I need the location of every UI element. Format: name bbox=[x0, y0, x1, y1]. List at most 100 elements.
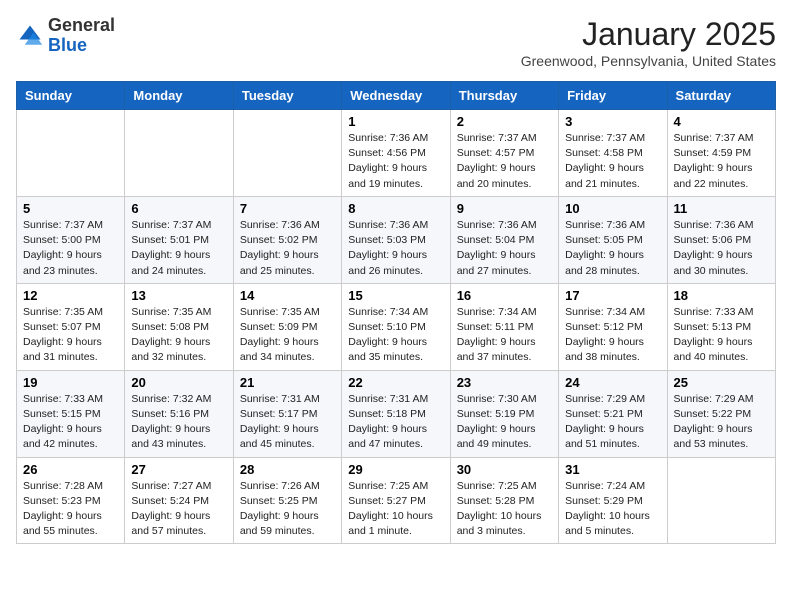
day-number: 3 bbox=[565, 114, 660, 129]
day-number: 23 bbox=[457, 375, 552, 390]
day-info: Sunrise: 7:33 AM Sunset: 5:15 PM Dayligh… bbox=[23, 392, 118, 453]
calendar-week-row: 5 Sunrise: 7:37 AM Sunset: 5:00 PM Daylig… bbox=[17, 196, 776, 283]
calendar-cell: 23 Sunrise: 7:30 AM Sunset: 5:19 PM Dayli… bbox=[450, 370, 558, 457]
day-info: Sunrise: 7:28 AM Sunset: 5:23 PM Dayligh… bbox=[23, 479, 118, 540]
day-info: Sunrise: 7:24 AM Sunset: 5:29 PM Dayligh… bbox=[565, 479, 660, 540]
calendar-cell: 3 Sunrise: 7:37 AM Sunset: 4:58 PM Daylig… bbox=[559, 110, 667, 197]
day-number: 30 bbox=[457, 462, 552, 477]
calendar-cell: 16 Sunrise: 7:34 AM Sunset: 5:11 PM Dayli… bbox=[450, 283, 558, 370]
calendar-cell bbox=[125, 110, 233, 197]
calendar-cell: 20Sunrise: 7:32 AM Sunset: 5:16 PM Dayli… bbox=[125, 370, 233, 457]
calendar-cell: 15 Sunrise: 7:34 AM Sunset: 5:10 PM Dayli… bbox=[342, 283, 450, 370]
calendar-cell: 26 Sunrise: 7:28 AM Sunset: 5:23 PM Dayli… bbox=[17, 457, 125, 544]
calendar-cell bbox=[17, 110, 125, 197]
day-info: Sunrise: 7:37 AM Sunset: 5:00 PM Dayligh… bbox=[23, 218, 118, 279]
calendar-week-row: 19 Sunrise: 7:33 AM Sunset: 5:15 PM Dayli… bbox=[17, 370, 776, 457]
day-number: 19 bbox=[23, 375, 118, 390]
day-number: 5 bbox=[23, 201, 118, 216]
day-number: 27 bbox=[131, 462, 226, 477]
calendar-cell: 12Sunrise: 7:35 AM Sunset: 5:07 PM Dayli… bbox=[17, 283, 125, 370]
day-number: 22 bbox=[348, 375, 443, 390]
day-number: 28 bbox=[240, 462, 335, 477]
calendar-week-row: 1Sunrise: 7:36 AM Sunset: 4:56 PM Daylig… bbox=[17, 110, 776, 197]
day-info: Sunrise: 7:35 AM Sunset: 5:08 PM Dayligh… bbox=[131, 305, 226, 366]
day-number: 10 bbox=[565, 201, 660, 216]
calendar-cell: 7Sunrise: 7:36 AM Sunset: 5:02 PM Daylig… bbox=[233, 196, 341, 283]
day-number: 17 bbox=[565, 288, 660, 303]
calendar-cell: 9Sunrise: 7:36 AM Sunset: 5:04 PM Daylig… bbox=[450, 196, 558, 283]
calendar-cell: 11Sunrise: 7:36 AM Sunset: 5:06 PM Dayli… bbox=[667, 196, 775, 283]
calendar-cell: 17 Sunrise: 7:34 AM Sunset: 5:12 PM Dayli… bbox=[559, 283, 667, 370]
day-info: Sunrise: 7:36 AM Sunset: 5:03 PM Dayligh… bbox=[348, 218, 443, 279]
day-info: Sunrise: 7:37 AM Sunset: 5:01 PM Dayligh… bbox=[131, 218, 226, 279]
day-info: Sunrise: 7:34 AM Sunset: 5:11 PM Dayligh… bbox=[457, 305, 552, 366]
day-number: 21 bbox=[240, 375, 335, 390]
weekday-header: Sunday bbox=[17, 82, 125, 110]
day-info: Sunrise: 7:33 AM Sunset: 5:13 PM Dayligh… bbox=[674, 305, 769, 366]
day-number: 26 bbox=[23, 462, 118, 477]
day-info: Sunrise: 7:34 AM Sunset: 5:10 PM Dayligh… bbox=[348, 305, 443, 366]
day-number: 11 bbox=[674, 201, 769, 216]
logo-blue-text: Blue bbox=[48, 35, 87, 55]
day-number: 16 bbox=[457, 288, 552, 303]
day-number: 1 bbox=[348, 114, 443, 129]
calendar-title: January 2025 bbox=[521, 16, 776, 53]
day-info: Sunrise: 7:29 AM Sunset: 5:22 PM Dayligh… bbox=[674, 392, 769, 453]
day-info: Sunrise: 7:36 AM Sunset: 5:04 PM Dayligh… bbox=[457, 218, 552, 279]
day-number: 13 bbox=[131, 288, 226, 303]
calendar-cell: 14 Sunrise: 7:35 AM Sunset: 5:09 PM Dayli… bbox=[233, 283, 341, 370]
day-info: Sunrise: 7:36 AM Sunset: 5:02 PM Dayligh… bbox=[240, 218, 335, 279]
day-info: Sunrise: 7:35 AM Sunset: 5:09 PM Dayligh… bbox=[240, 305, 335, 366]
day-info: Sunrise: 7:25 AM Sunset: 5:27 PM Dayligh… bbox=[348, 479, 443, 540]
day-number: 2 bbox=[457, 114, 552, 129]
weekday-header: Thursday bbox=[450, 82, 558, 110]
calendar-week-row: 26 Sunrise: 7:28 AM Sunset: 5:23 PM Dayli… bbox=[17, 457, 776, 544]
calendar-cell: 2 Sunrise: 7:37 AM Sunset: 4:57 PM Daylig… bbox=[450, 110, 558, 197]
day-info: Sunrise: 7:37 AM Sunset: 4:58 PM Dayligh… bbox=[565, 131, 660, 192]
day-number: 25 bbox=[674, 375, 769, 390]
day-info: Sunrise: 7:32 AM Sunset: 5:16 PM Dayligh… bbox=[131, 392, 226, 453]
calendar-cell: 24Sunrise: 7:29 AM Sunset: 5:21 PM Dayli… bbox=[559, 370, 667, 457]
calendar-cell: 6 Sunrise: 7:37 AM Sunset: 5:01 PM Daylig… bbox=[125, 196, 233, 283]
day-info: Sunrise: 7:37 AM Sunset: 4:57 PM Dayligh… bbox=[457, 131, 552, 192]
day-number: 29 bbox=[348, 462, 443, 477]
weekday-header: Wednesday bbox=[342, 82, 450, 110]
weekday-header: Monday bbox=[125, 82, 233, 110]
logo: General Blue bbox=[16, 16, 115, 56]
day-number: 8 bbox=[348, 201, 443, 216]
logo-general-text: General bbox=[48, 15, 115, 35]
calendar-cell: 22 Sunrise: 7:31 AM Sunset: 5:18 PM Dayli… bbox=[342, 370, 450, 457]
weekday-header-row: SundayMondayTuesdayWednesdayThursdayFrid… bbox=[17, 82, 776, 110]
calendar-cell: 4 Sunrise: 7:37 AM Sunset: 4:59 PM Daylig… bbox=[667, 110, 775, 197]
calendar-cell: 27 Sunrise: 7:27 AM Sunset: 5:24 PM Dayli… bbox=[125, 457, 233, 544]
day-info: Sunrise: 7:27 AM Sunset: 5:24 PM Dayligh… bbox=[131, 479, 226, 540]
day-number: 31 bbox=[565, 462, 660, 477]
day-info: Sunrise: 7:36 AM Sunset: 5:05 PM Dayligh… bbox=[565, 218, 660, 279]
calendar-table: SundayMondayTuesdayWednesdayThursdayFrid… bbox=[16, 81, 776, 544]
day-number: 6 bbox=[131, 201, 226, 216]
day-info: Sunrise: 7:35 AM Sunset: 5:07 PM Dayligh… bbox=[23, 305, 118, 366]
calendar-cell: 10 Sunrise: 7:36 AM Sunset: 5:05 PM Dayli… bbox=[559, 196, 667, 283]
calendar-cell: 25 Sunrise: 7:29 AM Sunset: 5:22 PM Dayli… bbox=[667, 370, 775, 457]
calendar-cell: 8 Sunrise: 7:36 AM Sunset: 5:03 PM Daylig… bbox=[342, 196, 450, 283]
day-number: 14 bbox=[240, 288, 335, 303]
calendar-week-row: 12Sunrise: 7:35 AM Sunset: 5:07 PM Dayli… bbox=[17, 283, 776, 370]
day-info: Sunrise: 7:37 AM Sunset: 4:59 PM Dayligh… bbox=[674, 131, 769, 192]
calendar-cell: 29 Sunrise: 7:25 AM Sunset: 5:27 PM Dayli… bbox=[342, 457, 450, 544]
calendar-cell: 13 Sunrise: 7:35 AM Sunset: 5:08 PM Dayli… bbox=[125, 283, 233, 370]
calendar-cell: 28 Sunrise: 7:26 AM Sunset: 5:25 PM Dayli… bbox=[233, 457, 341, 544]
calendar-cell: 21 Sunrise: 7:31 AM Sunset: 5:17 PM Dayli… bbox=[233, 370, 341, 457]
calendar-cell: 18Sunrise: 7:33 AM Sunset: 5:13 PM Dayli… bbox=[667, 283, 775, 370]
day-info: Sunrise: 7:31 AM Sunset: 5:18 PM Dayligh… bbox=[348, 392, 443, 453]
day-info: Sunrise: 7:29 AM Sunset: 5:21 PM Dayligh… bbox=[565, 392, 660, 453]
day-number: 4 bbox=[674, 114, 769, 129]
calendar-cell: 31 Sunrise: 7:24 AM Sunset: 5:29 PM Dayli… bbox=[559, 457, 667, 544]
day-number: 15 bbox=[348, 288, 443, 303]
day-info: Sunrise: 7:26 AM Sunset: 5:25 PM Dayligh… bbox=[240, 479, 335, 540]
title-block: January 2025 Greenwood, Pennsylvania, Un… bbox=[521, 16, 776, 69]
day-info: Sunrise: 7:30 AM Sunset: 5:19 PM Dayligh… bbox=[457, 392, 552, 453]
calendar-body: 1Sunrise: 7:36 AM Sunset: 4:56 PM Daylig… bbox=[17, 110, 776, 544]
day-info: Sunrise: 7:31 AM Sunset: 5:17 PM Dayligh… bbox=[240, 392, 335, 453]
day-info: Sunrise: 7:34 AM Sunset: 5:12 PM Dayligh… bbox=[565, 305, 660, 366]
calendar-cell: 5 Sunrise: 7:37 AM Sunset: 5:00 PM Daylig… bbox=[17, 196, 125, 283]
